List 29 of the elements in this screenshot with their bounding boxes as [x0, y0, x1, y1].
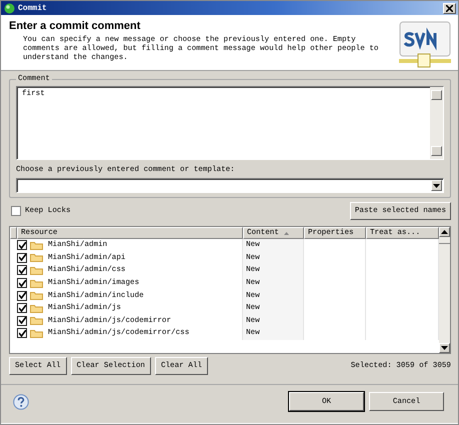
folder-icon — [30, 328, 43, 338]
dialog-heading: Enter a commit comment — [9, 20, 142, 32]
row-checkbox[interactable] — [17, 265, 27, 276]
row-checkbox[interactable] — [17, 328, 27, 338]
row-checkbox[interactable] — [17, 316, 27, 326]
folder-icon — [30, 278, 43, 288]
folder-icon — [30, 316, 43, 326]
window-title: Commit — [18, 4, 48, 12]
scroll-up-icon — [441, 230, 448, 234]
scroll-down-icon — [441, 346, 448, 350]
folder-icon — [30, 304, 43, 313]
folder-icon — [30, 253, 43, 262]
sort-arrow-icon — [284, 232, 289, 234]
row-checkbox[interactable] — [17, 240, 27, 250]
row-checkbox[interactable] — [17, 278, 27, 288]
app-icon — [4, 2, 15, 14]
help-icon[interactable] — [13, 394, 29, 410]
keep-locks-checkbox[interactable] — [11, 206, 21, 216]
row-checkbox[interactable] — [17, 290, 27, 301]
template-dropdown[interactable] — [16, 178, 444, 193]
close-icon — [446, 4, 453, 12]
scrollbar[interactable] — [439, 227, 450, 353]
row-checkbox[interactable] — [17, 303, 27, 314]
close-button[interactable] — [443, 2, 456, 14]
row-checkbox[interactable] — [17, 252, 27, 263]
folder-icon — [30, 291, 43, 300]
scrollbar[interactable] — [430, 87, 443, 159]
folder-icon — [30, 266, 43, 275]
dropdown-arrow-icon — [433, 184, 440, 188]
